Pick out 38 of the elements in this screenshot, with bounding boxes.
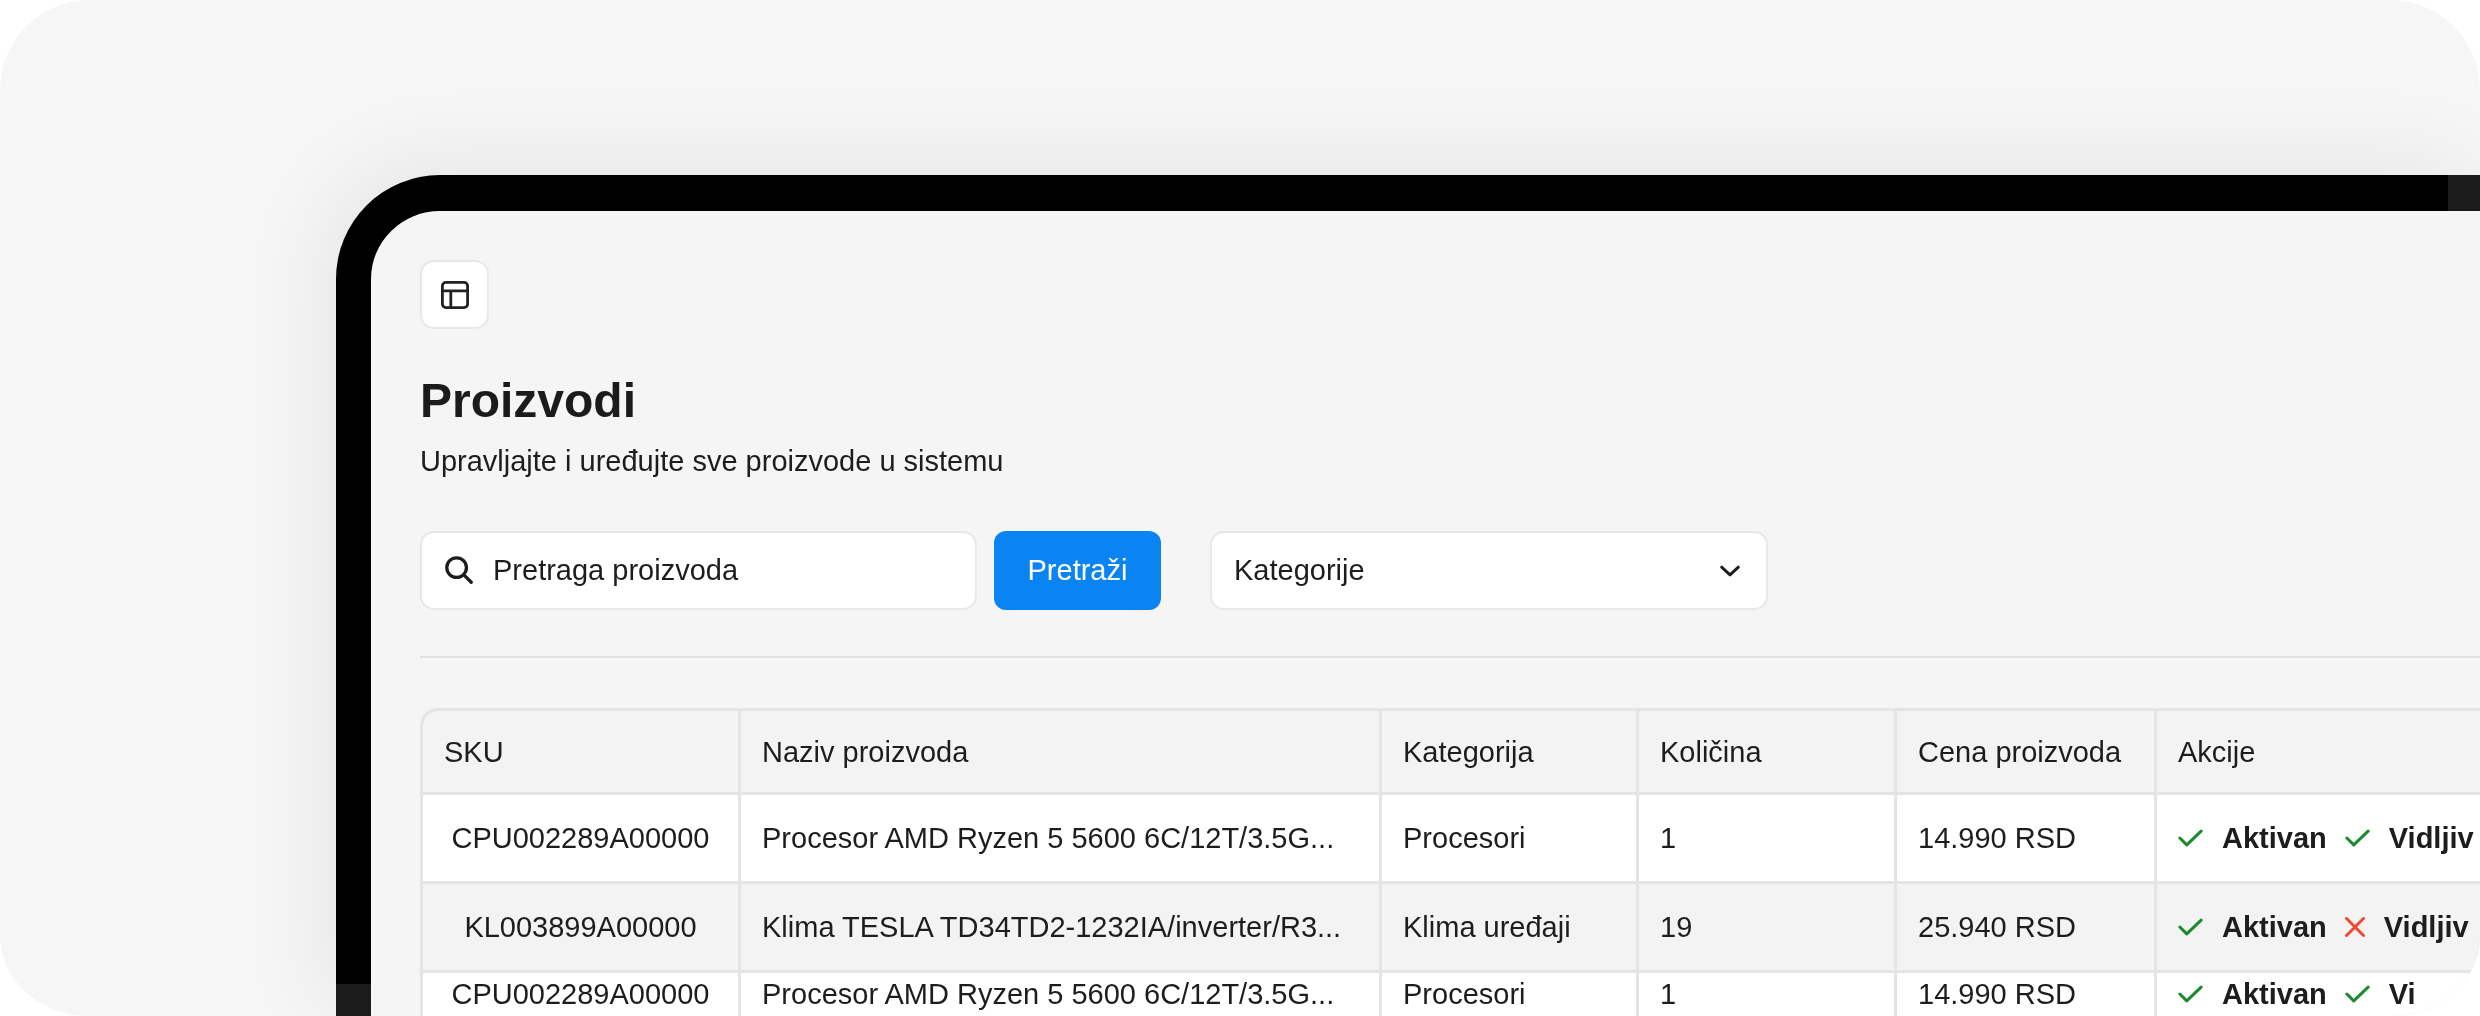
panel-layout-icon	[440, 280, 469, 309]
status-toggle[interactable]: Vidljiv	[2344, 821, 2474, 855]
table-cell: CPU002289A00000	[423, 795, 738, 881]
status-toggle[interactable]: Aktivan	[2178, 910, 2327, 944]
search-button[interactable]: Pretraži	[994, 531, 1161, 610]
table-cell: KL003899A00000	[423, 884, 738, 970]
status-toggle[interactable]: Vidljiv	[2344, 910, 2469, 944]
category-dropdown[interactable]: Kategorije	[1210, 531, 1768, 610]
bezel-segment	[336, 984, 371, 1016]
search-field[interactable]: Pretraga proizvoda	[420, 531, 977, 610]
bezel-segment	[2448, 175, 2480, 211]
status-toggle[interactable]: Vi	[2344, 977, 2416, 1011]
column-header: Kategorija	[1382, 711, 1636, 792]
column-header: Naziv proizvoda	[741, 711, 1379, 792]
table-cell: 14.990 RSD	[1897, 795, 2154, 881]
table-cell: Procesori	[1382, 973, 1636, 1016]
table-cell: Procesor AMD Ryzen 5 5600 6C/12T/3.5G...	[741, 795, 1379, 881]
column-header: Cena proizvoda	[1897, 711, 2154, 792]
table-cell: 25.940 RSD	[1897, 884, 2154, 970]
column-header: Količina	[1639, 711, 1894, 792]
chevron-down-icon	[1720, 564, 1740, 577]
sidebar-toggle-button[interactable]	[420, 260, 489, 329]
status-toggle[interactable]: Aktivan	[2178, 977, 2327, 1011]
column-header: Akcije	[2157, 711, 2480, 792]
table-cell: 1	[1639, 973, 1894, 1016]
table-cell: 1	[1639, 795, 1894, 881]
column-header: SKU	[423, 711, 738, 792]
table-cell: Klima TESLA TD34TD2-1232IA/inverter/R3...	[741, 884, 1379, 970]
table-cell: Klima uređaji	[1382, 884, 1636, 970]
page-subtitle: Upravljajte i uređujte sve proizvode u sistemu	[420, 444, 1004, 478]
search-icon	[445, 556, 473, 584]
table-cell: Procesor AMD Ryzen 5 5600 6C/12T/3.5G...	[741, 973, 1379, 1016]
page-title: Proizvodi	[420, 373, 637, 429]
status-toggle[interactable]: Aktivan	[2178, 821, 2327, 855]
table-cell: CPU002289A00000	[423, 973, 738, 1016]
table-cell: 19	[1639, 884, 1894, 970]
table-cell: 14.990 RSD	[1897, 973, 2154, 1016]
table-cell: Procesori	[1382, 795, 1636, 881]
